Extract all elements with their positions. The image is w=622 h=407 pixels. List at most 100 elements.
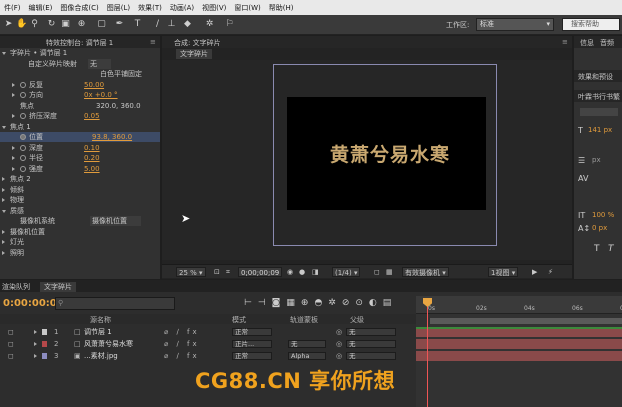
parent-pickwhip-icon[interactable]: ◎ [336,339,342,349]
panel-menu-icon[interactable]: ≡ [562,38,568,46]
effect-param-value[interactable]: 93.8, 360.0 [92,132,132,142]
disclosure-triangle-icon[interactable] [2,198,5,202]
work-area-bar[interactable] [430,318,622,324]
rotate-tool-icon[interactable]: ↻ [46,19,57,30]
workspace-select[interactable]: 标准 ▾ [476,18,554,31]
parent-pickwhip-icon[interactable]: ◎ [336,351,342,361]
effect-row[interactable]: 物理 [0,195,160,205]
col-source-name[interactable]: 源名称 [90,315,111,325]
col-parent[interactable]: 父级 [350,315,364,325]
menu-window[interactable]: 窗口(W) [230,3,264,13]
effect-param-value[interactable]: 50.00 [84,80,104,90]
stopwatch-icon[interactable] [20,165,26,172]
disclosure-triangle-icon[interactable] [2,187,5,192]
disclosure-triangle-icon[interactable] [2,177,5,181]
effect-param-value[interactable]: 0.05 [84,111,100,121]
font-name[interactable]: 叶霖书行书繁 [578,92,620,102]
layer-row[interactable]: ◻ 1 □ 调节层 1 ⌀ ∕ fx 正常 ◎ 无 [0,327,416,337]
effect-row[interactable]: 焦点 320.0, 360.0 [0,101,160,111]
panel-menu-icon[interactable]: ≡ [150,38,156,46]
layer-expand-icon[interactable] [34,342,37,346]
layer-trkmat-select[interactable]: Alpha [288,352,326,360]
effect-param-value[interactable]: 0x +0.0 ° [84,90,118,100]
faux-bold-icon[interactable]: T [594,244,600,254]
pen-tool-icon[interactable]: ✒ [114,19,125,30]
visibility-toggle-icon[interactable]: ◻ [8,327,14,337]
effect-param-value[interactable]: 5.00 [84,164,100,174]
stopwatch-icon[interactable] [20,144,26,151]
snapshot-icon[interactable]: ◉ [287,267,293,277]
effect-row[interactable]: 字碎片 • 调节层 1 [0,48,160,58]
stopwatch-icon[interactable] [20,81,26,88]
effect-param-setting[interactable]: 320.0, 360.0 [96,101,141,111]
effect-row[interactable]: 半径 0.20 [0,153,160,163]
effect-row[interactable]: 方向 0x +0.0 ° [0,90,160,100]
zoom-select[interactable]: 25 % ▾ [176,267,206,277]
tab-audio[interactable]: 音频 [600,38,614,48]
layer-mode-select[interactable]: 正片... [232,340,272,348]
menu-view[interactable]: 视图(V) [198,3,230,13]
toggle-transparency-grid-icon[interactable]: ▦ [386,267,393,277]
effect-row[interactable]: 焦点 2 [0,174,160,184]
brush-tool-icon[interactable]: ∕ [152,19,163,30]
stopwatch-icon[interactable] [20,155,26,161]
tab-composition[interactable]: 合成: 文字碎片 [174,38,221,48]
layer-parent-select[interactable]: 无 [346,352,396,360]
pan-behind-tool-icon[interactable]: ⊕ [76,19,87,30]
disclosure-triangle-icon[interactable] [2,240,5,244]
tab-effects-presets[interactable]: 效果和预设 [578,72,613,82]
views-select[interactable]: 1视图 ▾ [488,267,519,277]
disclosure-triangle-icon[interactable] [2,125,6,129]
disclosure-triangle-icon[interactable] [12,114,15,118]
layer-switches[interactable]: ⌀ ∕ fx [164,339,200,349]
layer-duration-bar[interactable] [416,339,622,349]
layer-name[interactable]: 调节层 1 [84,327,112,337]
faux-italic-icon[interactable]: T [608,244,614,254]
font-size-value[interactable]: 141 px [588,126,612,134]
playhead[interactable] [427,300,428,407]
layer-duration-bar[interactable] [416,327,622,337]
stopwatch-icon[interactable] [20,134,26,140]
preview-icon[interactable]: ▶ [532,267,537,277]
menu-help[interactable]: 帮助(H) [265,3,298,13]
effect-row[interactable]: 挤压深度 0.05 [0,111,160,121]
scale-value[interactable]: 100 % [592,211,614,219]
disclosure-triangle-icon[interactable] [2,52,6,55]
clone-tool-icon[interactable]: ⊥ [166,19,177,30]
tab-timeline-comp[interactable]: 文字碎片 [40,282,76,292]
layer-switches[interactable]: ⌀ ∕ fx [164,327,200,337]
selection-tool-icon[interactable]: ➤ [3,19,14,30]
disclosure-triangle-icon[interactable] [12,82,15,87]
baseline-value[interactable]: 0 px [592,224,607,232]
layer-name[interactable]: ...素材.jpg [84,351,118,361]
eraser-tool-icon[interactable]: ◆ [182,19,193,30]
label-color-chip[interactable] [42,353,47,359]
parent-pickwhip-icon[interactable]: ◎ [336,327,342,337]
camera-select[interactable]: 有效摄像机 ▾ [402,267,449,277]
disclosure-triangle-icon[interactable] [12,93,15,97]
layer-row[interactable]: ◻ 3 ▣ ...素材.jpg ⌀ ∕ fx 正常 Alpha ◎ 无 [0,351,416,361]
leading-unit[interactable]: px [592,156,601,164]
effect-param-setting[interactable]: 摄像机位置 [90,216,141,226]
layer-parent-select[interactable]: 无 [346,340,396,348]
color-channel-icon[interactable]: ● [299,267,305,277]
effect-row[interactable]: 反复 50.00 [0,80,160,90]
menu-layer[interactable]: 图层(L) [103,3,134,13]
layer-row[interactable]: ◻ 2 □ 风萧萧兮易水寒 ⌀ ∕ fx 正片... 无 ◎ 无 [0,339,416,349]
disclosure-triangle-icon[interactable] [2,250,5,255]
effect-row[interactable]: 摄像机系统 摄像机位置 [0,216,160,226]
effect-row[interactable]: 强度 5.00 [0,164,160,174]
layer-switches[interactable]: ⌀ ∕ fx [164,351,200,361]
label-color-chip[interactable] [42,341,47,347]
menu-edit[interactable]: 编辑(E) [25,3,57,13]
disclosure-triangle-icon[interactable] [12,145,15,150]
stopwatch-icon[interactable] [20,92,26,98]
timeline-search-input[interactable]: ⚲ [55,297,175,310]
col-mode[interactable]: 模式 [232,315,246,325]
disclosure-triangle-icon[interactable] [12,156,15,160]
current-time[interactable]: 0;00;00;09 [238,267,283,277]
time-ruler[interactable]: 0s02s04s06s08s [416,296,622,314]
layer-parent-select[interactable]: 无 [346,328,396,336]
snap-icon[interactable]: ⚐ [224,19,235,30]
visibility-toggle-icon[interactable]: ◻ [8,339,14,349]
